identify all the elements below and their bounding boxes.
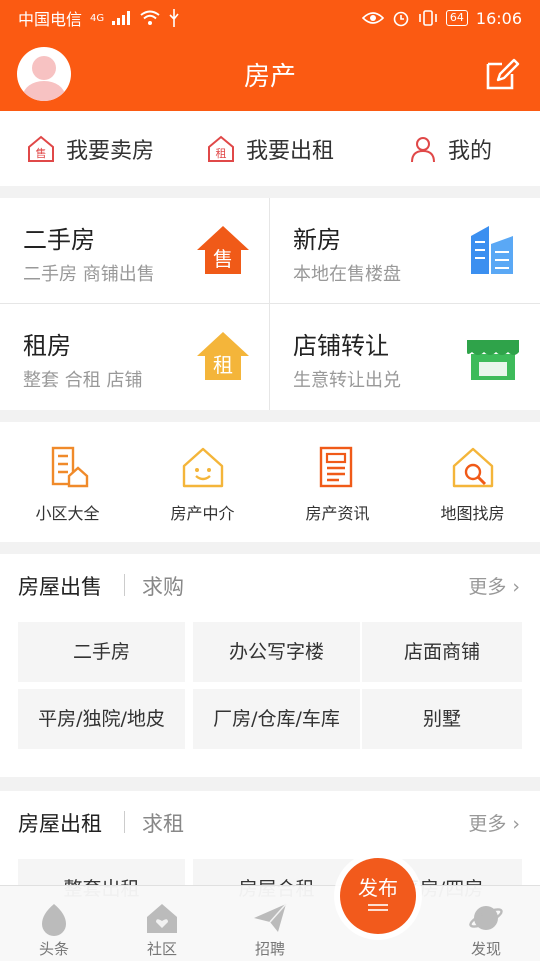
publish-button[interactable]: 发布 — [340, 858, 416, 934]
publish-label: 发布 — [358, 876, 398, 900]
shortcut-label: 小区大全 — [35, 504, 100, 523]
section-secondary-tab[interactable]: 求租 — [142, 808, 184, 838]
user-icon — [410, 136, 435, 162]
planet-icon — [469, 906, 503, 930]
map-search-icon — [452, 447, 493, 488]
network-type: 4G — [90, 12, 105, 24]
sell-badge-icon: 售 — [27, 135, 54, 162]
category-grid: 二手房 二手房 商铺出售 售 新房 本地在售楼盘 租房 整套 合租 店铺 租 店… — [0, 198, 540, 410]
headline-icon — [42, 904, 66, 936]
category-subtitle: 本地在售楼盘 — [293, 264, 401, 285]
chip[interactable]: 店面商铺 — [362, 622, 522, 682]
shortcut-community[interactable]: 小区大全 — [0, 422, 135, 542]
nav-community[interactable]: 社区 — [108, 886, 216, 961]
storefront-icon — [467, 340, 519, 380]
category-new-house[interactable]: 新房 本地在售楼盘 — [270, 198, 539, 303]
paper-plane-icon — [254, 903, 287, 932]
nav-headline[interactable]: 头条 — [0, 886, 108, 961]
shortcut-row: 小区大全 房产中介 房产资讯 地图找房 — [0, 422, 540, 542]
rent-badge-icon: 租 — [207, 135, 234, 162]
chip[interactable]: 平房/独院/地皮 — [18, 689, 185, 749]
category-title: 店铺转让 — [293, 332, 389, 360]
shortcut-news[interactable]: 房产资讯 — [270, 422, 405, 542]
usb-icon — [169, 9, 179, 27]
more-link[interactable]: 更多 › — [468, 809, 520, 836]
alarm-icon — [393, 11, 409, 27]
nav-label: 头条 — [38, 940, 69, 958]
community-house-icon — [147, 904, 177, 933]
category-subtitle: 生意转让出兑 — [293, 370, 401, 391]
shortcut-label: 房产中介 — [170, 504, 235, 523]
category-rent[interactable]: 租房 整套 合租 店铺 租 — [0, 304, 269, 409]
rent-out-label: 我要出租 — [245, 138, 334, 164]
nav-jobs[interactable]: 招聘 — [216, 886, 324, 961]
agency-house-icon — [182, 447, 223, 488]
battery-level: 64 — [445, 10, 468, 26]
buildings-icon — [471, 226, 513, 274]
chip[interactable]: 办公写字楼 — [193, 622, 360, 682]
sell-house-icon: 售 — [197, 226, 249, 274]
status-bar: 中国电信 4G 64 16:06 — [0, 0, 540, 36]
bottom-navigation: 头条 社区 招聘 发现 — [0, 885, 540, 961]
edit-icon[interactable] — [484, 56, 520, 92]
section-secondary-tab[interactable]: 求购 — [142, 571, 184, 601]
vibrate-icon — [419, 10, 437, 26]
news-icon — [319, 446, 352, 488]
quick-action-bar: 售 我要卖房 租 我要出租 我的 — [0, 111, 540, 186]
rent-house-icon: 租 — [197, 332, 249, 380]
nav-label: 社区 — [146, 940, 177, 958]
section-title[interactable]: 房屋出租 — [18, 808, 102, 838]
shortcut-label: 房产资讯 — [305, 504, 370, 523]
chip[interactable]: 二手房 — [18, 622, 185, 682]
mine-button[interactable]: 我的 — [360, 111, 540, 186]
nav-label: 发现 — [470, 940, 501, 958]
category-shop-transfer[interactable]: 店铺转让 生意转让出兑 — [270, 304, 539, 409]
chip[interactable]: 别墅 — [362, 689, 522, 749]
wifi-icon — [140, 10, 160, 25]
sell-house-label: 我要卖房 — [65, 138, 154, 164]
svg-text:售: 售 — [35, 146, 46, 160]
svg-text:租: 租 — [213, 353, 233, 377]
category-second-hand[interactable]: 二手房 二手房 商铺出售 售 — [0, 198, 269, 303]
category-subtitle: 二手房 商铺出售 — [23, 264, 155, 285]
signal-icon — [112, 11, 131, 25]
svg-text:租: 租 — [215, 147, 226, 160]
clock-time: 16:06 — [475, 8, 522, 28]
mine-label: 我的 — [447, 138, 492, 164]
chip[interactable]: 厂房/仓库/车库 — [193, 689, 360, 749]
rent-out-button[interactable]: 租 我要出租 — [180, 111, 360, 186]
nav-label: 招聘 — [254, 940, 285, 958]
shortcut-agency[interactable]: 房产中介 — [135, 422, 270, 542]
carrier-text: 中国电信 — [18, 10, 83, 29]
page-title: 房产 — [243, 62, 296, 92]
svg-text:售: 售 — [213, 247, 233, 271]
section-title[interactable]: 房屋出售 — [18, 571, 102, 601]
app-header: 房产 — [0, 36, 540, 111]
category-title: 二手房 — [23, 226, 95, 254]
more-link[interactable]: 更多 › — [468, 572, 520, 599]
shortcut-map[interactable]: 地图找房 — [405, 422, 540, 542]
community-icon — [51, 446, 88, 488]
eye-icon — [361, 12, 384, 24]
category-title: 租房 — [23, 332, 71, 360]
nav-discover[interactable]: 发现 — [432, 886, 540, 961]
sell-house-button[interactable]: 售 我要卖房 — [0, 111, 180, 186]
category-subtitle: 整套 合租 店铺 — [23, 370, 143, 391]
sale-section: 房屋出售 求购 更多 › 二手房 办公写字楼 店面商铺 平房/独院/地皮 厂房/… — [0, 554, 540, 777]
category-title: 新房 — [293, 226, 341, 254]
shortcut-label: 地图找房 — [440, 504, 505, 523]
